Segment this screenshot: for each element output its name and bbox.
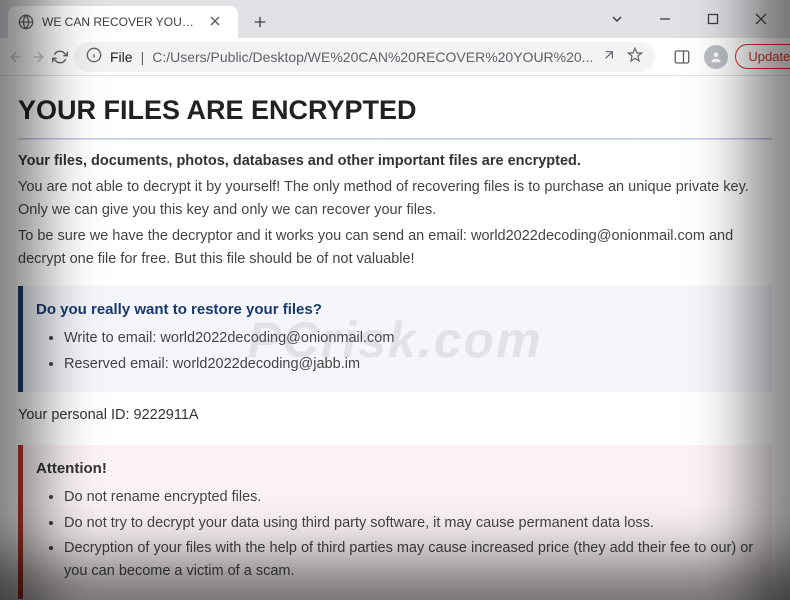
tab-title: WE CAN RECOVER YOUR DATA.h [42, 15, 202, 29]
new-tab-button[interactable] [246, 8, 274, 36]
profile-avatar[interactable] [701, 42, 731, 72]
personal-id-value: 9222911A [134, 407, 199, 423]
toolbar-actions: Update [661, 42, 790, 72]
back-button[interactable] [8, 43, 24, 71]
divider [18, 138, 772, 140]
share-icon[interactable] [601, 47, 617, 66]
omnibox-actions [601, 47, 643, 66]
intro-line-2: To be sure we have the decryptor and it … [18, 225, 772, 270]
address-bar[interactable]: File | C:/Users/Public/Desktop/WE%20CAN%… [74, 42, 655, 72]
intro-bold: Your files, documents, photos, databases… [18, 150, 772, 172]
reload-button[interactable] [52, 43, 68, 71]
window-controls [602, 4, 786, 34]
personal-id: Your personal ID: 9222911A [18, 404, 772, 426]
minimize-button[interactable] [650, 4, 680, 34]
toolbar: File | C:/Users/Public/Desktop/WE%20CAN%… [0, 38, 790, 76]
info-icon[interactable] [86, 47, 102, 66]
url-path: C:/Users/Public/Desktop/WE%20CAN%20RECOV… [152, 49, 593, 65]
intro-line-1: You are not able to decrypt it by yourse… [18, 176, 772, 221]
chevron-down-icon[interactable] [602, 4, 632, 34]
personal-id-label: Your personal ID: [18, 407, 130, 423]
browser-tab[interactable]: WE CAN RECOVER YOUR DATA.h [8, 6, 238, 38]
close-window-button[interactable] [746, 4, 776, 34]
side-panel-icon[interactable] [667, 42, 697, 72]
attention-item-3: Decryption of your files with the help o… [64, 537, 754, 582]
maximize-button[interactable] [698, 4, 728, 34]
restore-item-2: Reserved email: world2022decoding@jabb.i… [64, 353, 754, 375]
page-content: YOUR FILES ARE ENCRYPTED Your files, doc… [0, 76, 790, 600]
close-tab-icon[interactable] [210, 15, 220, 29]
page-heading: YOUR FILES ARE ENCRYPTED [18, 90, 772, 132]
update-button[interactable]: Update [735, 44, 790, 69]
file-icon [18, 14, 34, 30]
restore-panel-title: Do you really want to restore your files… [36, 298, 754, 321]
browser-window: WE CAN RECOVER YOUR DATA.h [0, 0, 790, 600]
tab-strip: WE CAN RECOVER YOUR DATA.h [8, 0, 274, 38]
attention-panel: Attention! Do not rename encrypted files… [18, 445, 772, 599]
update-label: Update [748, 49, 790, 64]
forward-button[interactable] [30, 43, 46, 71]
attention-panel-title: Attention! [36, 457, 754, 480]
url-prefix: File [110, 49, 133, 65]
attention-item-2: Do not try to decrypt your data using th… [64, 512, 754, 534]
attention-item-1: Do not rename encrypted files. [64, 486, 754, 508]
titlebar: WE CAN RECOVER YOUR DATA.h [0, 0, 790, 38]
star-icon[interactable] [627, 47, 643, 66]
restore-panel: Do you really want to restore your files… [18, 286, 772, 392]
restore-item-1: Write to email: world2022decoding@onionm… [64, 327, 754, 349]
